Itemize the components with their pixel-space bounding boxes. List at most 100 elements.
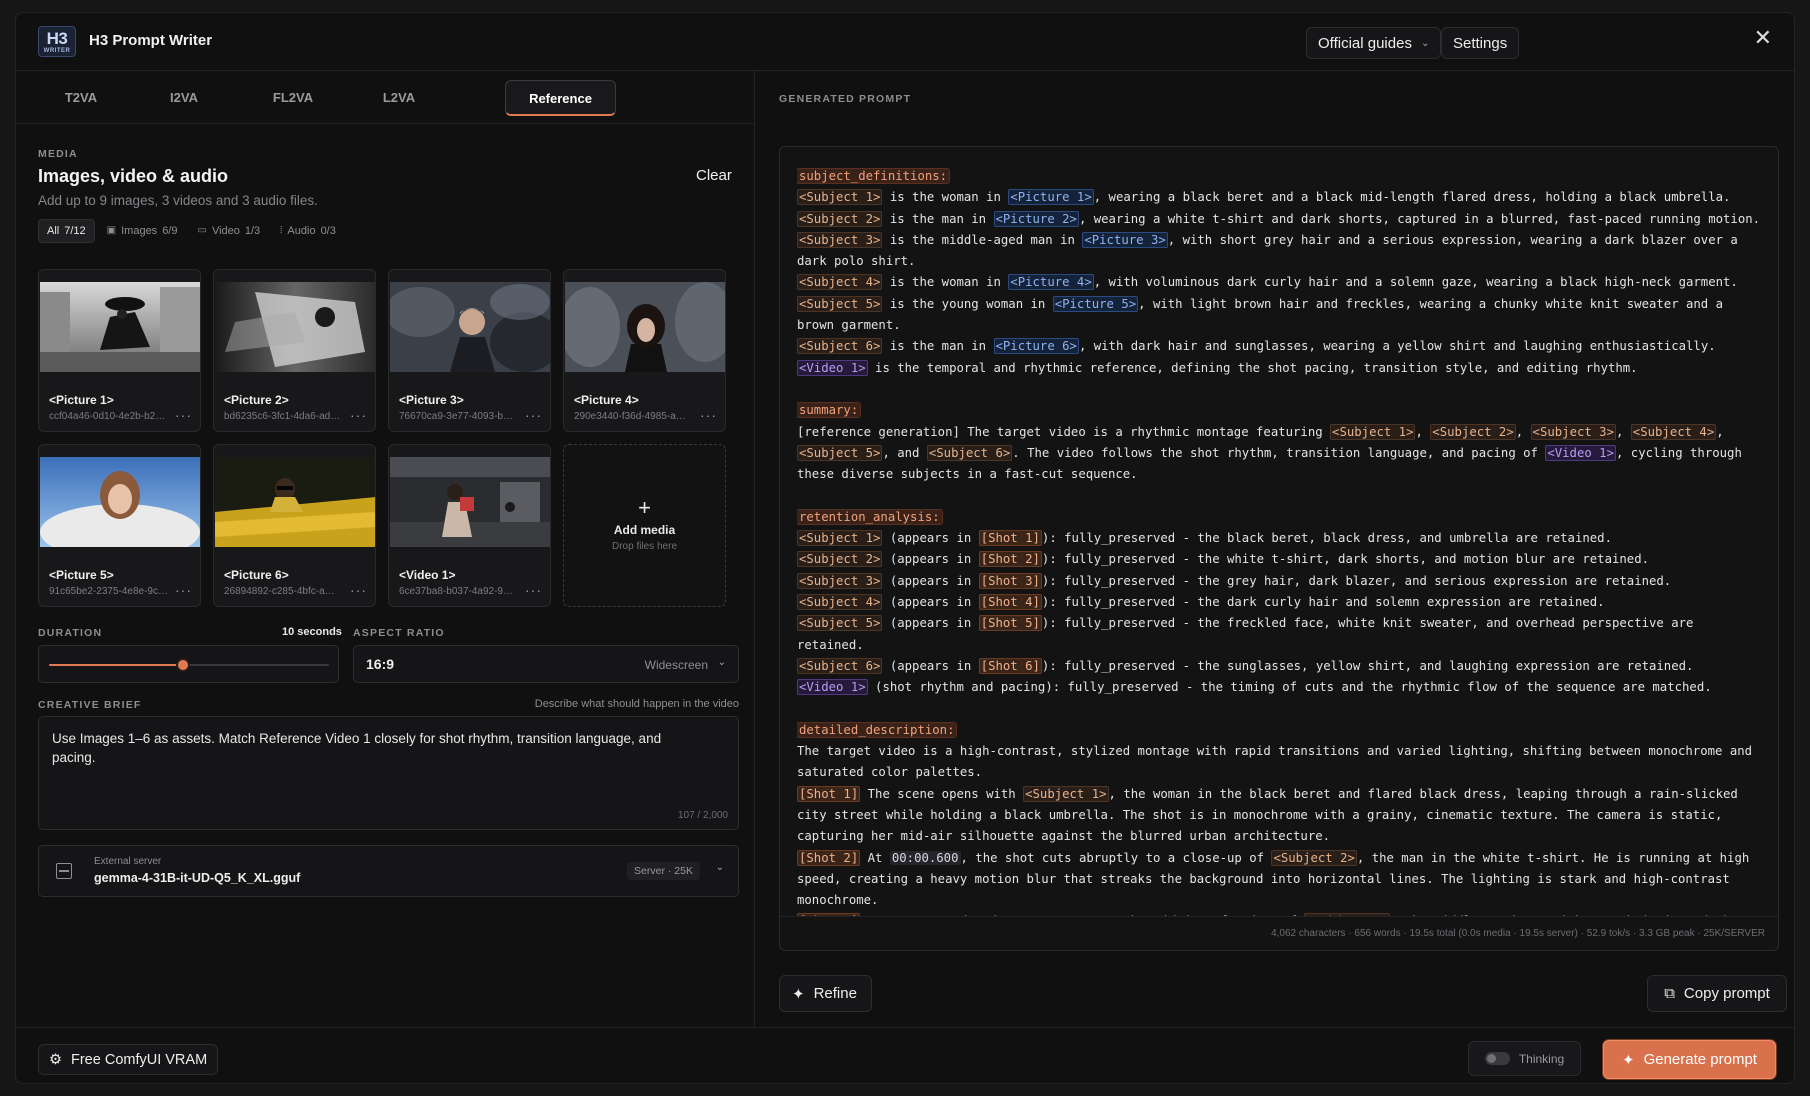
prompt-text: ): fully_preserved - the sunglasses, yel…	[1041, 658, 1694, 673]
filter-all[interactable]: All 7/12	[38, 219, 95, 243]
duration-slider-track[interactable]	[49, 658, 329, 672]
sparkle-icon: ✦	[792, 985, 805, 1003]
section-key: subject_definitions:	[797, 168, 951, 184]
prompt-line: [Shot 1] The scene opens with <Subject 1…	[797, 784, 1764, 848]
close-icon[interactable]: ✕	[1754, 27, 1772, 49]
duration-slider-fill	[49, 664, 184, 666]
chip-icon: ⚙	[49, 1051, 62, 1068]
prompt-text: [reference generation] The target video …	[797, 424, 1331, 439]
character-count: 107 / 2,000	[677, 810, 728, 821]
generated-prompt-text[interactable]: subject_definitions: <Subject 1> is the w…	[797, 166, 1764, 916]
tab-i2va[interactable]: I2VA	[149, 80, 219, 116]
prompt-text: The target video is a high-contrast, sty…	[797, 744, 1760, 780]
subject-tag: <Subject 6>	[926, 444, 1013, 461]
thinking-toggle[interactable]: Thinking	[1468, 1041, 1581, 1076]
server-badge: Server · 25K	[627, 862, 700, 880]
generation-stats: 4,062 characters · 656 words · 19.5s tot…	[780, 916, 1778, 950]
prompt-line	[797, 379, 1764, 400]
filter-images[interactable]: ▣ Images 6/9	[99, 219, 186, 243]
timestamp-tag: 00:00.600	[889, 850, 961, 865]
generate-prompt-button[interactable]: ✦ Generate prompt	[1603, 1040, 1776, 1079]
more-options-icon[interactable]: ···	[525, 407, 542, 423]
more-options-icon[interactable]: ···	[175, 582, 192, 598]
thumbnail-video-1	[390, 457, 550, 547]
creative-brief-textarea[interactable]: Use Images 1–6 as assets. Match Referenc…	[38, 716, 739, 830]
media-card-picture-1[interactable]: <Picture 1> ccf04a46-0d10-4e2b-b2… ···	[38, 269, 201, 432]
server-select[interactable]: External server gemma-4-31B-it-UD-Q5_K_X…	[38, 845, 739, 897]
thumbnail-picture-2	[215, 282, 375, 372]
media-card-picture-2[interactable]: <Picture 2> bd6235c6-3fc1-4da6-ad… ···	[213, 269, 376, 432]
media-card-picture-5[interactable]: <Picture 5> 91c65be2-2375-4e8e-9c… ···	[38, 444, 201, 607]
prompt-text: ): fully_preserved - the grey hair, dark…	[1041, 573, 1672, 588]
more-options-icon[interactable]: ···	[700, 407, 717, 423]
more-options-icon[interactable]: ···	[525, 582, 542, 598]
thumbnail-picture-5	[40, 457, 200, 547]
filter-video[interactable]: ▭ Video 1/3	[189, 219, 268, 243]
free-vram-button[interactable]: ⚙ Free ComfyUI VRAM	[38, 1044, 219, 1075]
duration-slider-handle[interactable]	[176, 658, 191, 672]
creative-brief-label: CREATIVE BRIEF	[38, 699, 142, 711]
prompt-text: , the shot cuts abruptly to a close-up o…	[960, 850, 1272, 865]
tab-fl2va[interactable]: FL2VA	[256, 80, 330, 116]
clear-button[interactable]: Clear	[696, 167, 732, 184]
media-card-picture-4[interactable]: <Picture 4> 290e3440-f36d-4985-a… ···	[563, 269, 726, 432]
subject-tag: <Subject 3>	[797, 231, 883, 248]
prompt-line: <Subject 4> is the woman in <Picture 4>,…	[797, 272, 1764, 293]
subject-tag: <Subject 1>	[1023, 785, 1109, 802]
prompt-line: <Subject 6> is the man in <Picture 6>, w…	[797, 336, 1764, 357]
settings-button[interactable]: Settings	[1441, 27, 1520, 59]
app-title: H3 Prompt Writer	[89, 32, 213, 49]
aspect-ratio-select[interactable]: 16:9 Widescreen ⌄	[353, 645, 739, 683]
prompt-text	[797, 382, 804, 396]
more-options-icon[interactable]: ···	[350, 407, 367, 423]
media-card-video-1[interactable]: <Video 1> 6ce37ba8-b037-4a92-9… ···	[388, 444, 551, 607]
picture-tag: <Picture 1>	[1008, 189, 1094, 206]
prompt-line: <Video 1> is the temporal and rhythmic r…	[797, 358, 1764, 379]
copy-icon: ⧉	[1664, 985, 1675, 1002]
generated-prompt-label: GENERATED PROMPT	[779, 93, 912, 105]
plus-icon: +	[638, 495, 651, 520]
prompt-line: <Subject 6> (appears in [Shot 6]): fully…	[797, 656, 1764, 677]
prompt-text: is the woman in	[882, 275, 1009, 290]
media-title: Images, video & audio	[38, 166, 229, 186]
prompt-line: [Shot 2] At 00:00.600, the shot cuts abr…	[797, 848, 1764, 912]
add-media-dropzone[interactable]: + Add media Drop files here	[563, 444, 726, 607]
thumbnail-picture-6	[215, 457, 375, 547]
more-options-icon[interactable]: ···	[350, 582, 367, 598]
audio-icon: ⦙	[280, 225, 283, 236]
media-filters: All 7/12 ▣ Images 6/9 ▭ Video 1/3 ⦙ Audi…	[38, 219, 344, 243]
section-key: detailed_description:	[797, 721, 958, 738]
media-card-picture-3[interactable]: <Picture 3> 76670ca9-3e77-4093-b… ···	[388, 269, 551, 432]
prompt-text: ,	[1515, 424, 1531, 439]
prompt-text: ): fully_preserved - the black beret, bl…	[1041, 531, 1612, 546]
prompt-text: is the temporal and rhythmic reference, …	[867, 360, 1638, 375]
prompt-line: <Video 1> (shot rhythm and pacing): full…	[797, 677, 1764, 698]
subject-tag: <Subject 4>	[797, 593, 883, 610]
creative-brief-hint: Describe what should happen in the video	[534, 698, 739, 710]
prompt-text: ,	[1716, 424, 1732, 439]
picture-tag: <Picture 6>	[993, 338, 1079, 355]
thumbnail-picture-4	[565, 282, 725, 372]
prompt-line: <Subject 4> (appears in [Shot 4]): fully…	[797, 592, 1764, 613]
refine-button[interactable]: ✦ Refine	[779, 975, 872, 1012]
more-options-icon[interactable]: ···	[175, 407, 192, 423]
subject-tag: <Subject 5>	[797, 615, 883, 632]
tab-t2va[interactable]: T2VA	[46, 80, 116, 116]
official-guides-dropdown[interactable]: Official guides ⌄	[1306, 27, 1442, 59]
prompt-line: <Subject 5> (appears in [Shot 5]): fully…	[797, 613, 1764, 656]
tab-l2va[interactable]: L2VA	[364, 80, 434, 116]
media-section-label: MEDIA	[38, 148, 78, 160]
prompt-text: , wearing a black beret and a black mid-…	[1093, 190, 1731, 205]
media-card-picture-6[interactable]: <Picture 6> 26894892-c285-4bfc-a… ···	[213, 444, 376, 607]
copy-prompt-button[interactable]: ⧉ Copy prompt	[1647, 975, 1787, 1012]
tab-reference[interactable]: Reference	[505, 80, 616, 116]
duration-label: DURATION	[38, 627, 103, 639]
filter-audio[interactable]: ⦙ Audio 0/3	[272, 219, 344, 243]
video-icon: ▭	[197, 225, 207, 236]
prompt-line: <Subject 1> (appears in [Shot 1]): fully…	[797, 528, 1764, 549]
shot-tag: [Shot 1]	[978, 530, 1042, 547]
thumbnail-picture-3	[390, 282, 550, 372]
prompt-text: , with voluminous dark curly hair and a …	[1093, 275, 1738, 290]
prompt-text: (appears in	[882, 573, 979, 588]
prompt-text: , with dark hair and sunglasses, wearing…	[1078, 339, 1716, 354]
